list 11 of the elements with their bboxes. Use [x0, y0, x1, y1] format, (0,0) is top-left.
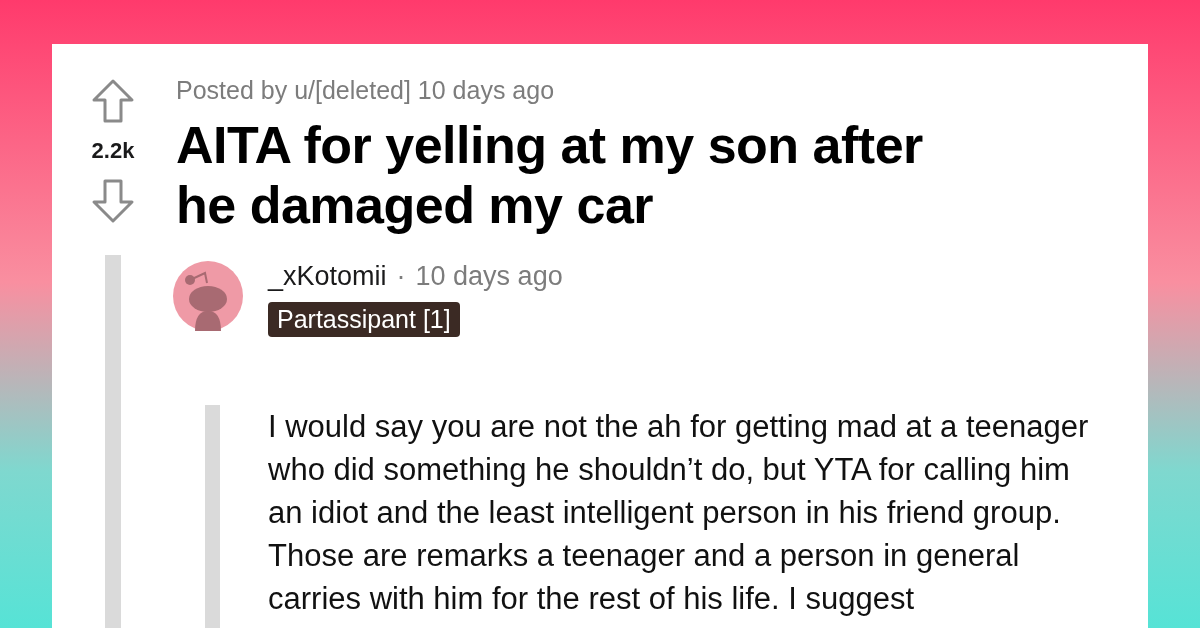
comment-author[interactable]: _xKotomii	[268, 261, 387, 292]
post-title: AITA for yelling at my son after he damaged my car	[176, 115, 924, 235]
downvote-icon[interactable]	[91, 178, 135, 224]
comment-time: 10 days ago	[415, 261, 563, 292]
user-flair: Partassipant [1]	[268, 302, 460, 337]
avatar-icon	[173, 261, 243, 331]
comment-text: I would say you are not the ah for getting mad at a teenager who did something he shouldn’t do, but YTA for calling him an idiot and the least intelligent person in his friend group. Those are remarks a teenager and a person in general carries with him for the rest of his life. I suggest	[268, 408, 1090, 618]
post-meta: Posted by u/[deleted] 10 days ago	[176, 76, 556, 105]
separator-dot: ·	[396, 261, 406, 292]
upvote-icon[interactable]	[91, 78, 135, 124]
vote-count: 2.2k	[91, 138, 135, 164]
